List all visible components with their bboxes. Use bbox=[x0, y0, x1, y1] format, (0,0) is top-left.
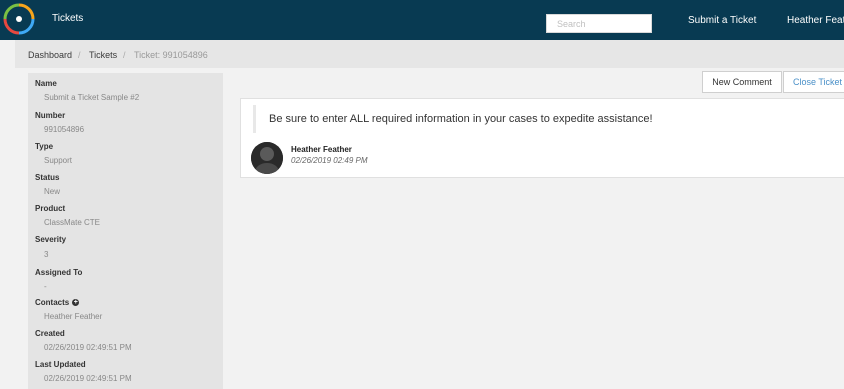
new-comment-button[interactable]: New Comment bbox=[702, 71, 782, 93]
comment-timestamp: 02/26/2019 02:49 PM bbox=[291, 156, 368, 165]
created-value: 02/26/2019 02:49:51 PM bbox=[44, 343, 132, 352]
comment-author: Heather Feather bbox=[291, 145, 352, 154]
product-value: ClassMate CTE bbox=[44, 218, 101, 227]
add-contact-icon[interactable]: + bbox=[72, 299, 80, 307]
number-label: Number bbox=[35, 111, 66, 120]
type-label: Type bbox=[35, 142, 54, 151]
product-label: Product bbox=[35, 204, 66, 213]
user-menu[interactable]: Heather Feath bbox=[787, 15, 844, 26]
submit-ticket-link[interactable]: Submit a Ticket bbox=[688, 15, 756, 26]
name-value: Submit a Ticket Sample #2 bbox=[44, 93, 140, 102]
last-updated-label: Last Updated bbox=[35, 360, 86, 369]
app-logo-icon[interactable] bbox=[2, 2, 36, 36]
top-nav-bar: Tickets Submit a Ticket Heather Feath bbox=[0, 0, 844, 40]
status-label: Status bbox=[35, 173, 60, 182]
breadcrumb-current: Ticket: 991054896 bbox=[134, 50, 208, 60]
severity-label: Severity bbox=[35, 235, 67, 244]
type-value: Support bbox=[44, 156, 73, 165]
avatar bbox=[251, 142, 283, 174]
search-input[interactable] bbox=[546, 14, 652, 33]
breadcrumb-tickets[interactable]: Tickets bbox=[89, 50, 117, 60]
last-updated-value: 02/26/2019 02:49:51 PM bbox=[44, 374, 132, 383]
assigned-to-label: Assigned To bbox=[35, 268, 83, 277]
breadcrumb-separator: / bbox=[78, 50, 81, 60]
breadcrumb-dashboard[interactable]: Dashboard bbox=[28, 50, 72, 60]
contacts-label: Contacts + bbox=[35, 298, 80, 307]
app-title[interactable]: Tickets bbox=[52, 13, 83, 24]
breadcrumb: Dashboard / Tickets / Ticket: 991054896 bbox=[15, 40, 844, 68]
comment-text: Be sure to enter ALL required informatio… bbox=[269, 113, 653, 125]
contacts-value: Heather Feather bbox=[44, 312, 103, 321]
severity-value: 3 bbox=[44, 250, 49, 259]
close-ticket-button[interactable]: Close Ticket bbox=[783, 71, 844, 93]
contacts-label-text: Contacts bbox=[35, 298, 70, 307]
assigned-to-value: - bbox=[44, 282, 47, 291]
number-value: 991054896 bbox=[44, 125, 85, 134]
comment-card: Be sure to enter ALL required informatio… bbox=[240, 98, 844, 178]
user-avatar-icon bbox=[251, 142, 283, 174]
status-value: New bbox=[44, 187, 61, 196]
quote-bar bbox=[253, 105, 256, 133]
created-label: Created bbox=[35, 329, 65, 338]
breadcrumb-separator: / bbox=[123, 50, 126, 60]
name-label: Name bbox=[35, 79, 57, 88]
ticket-details-panel: Name Submit a Ticket Sample #2 Number 99… bbox=[28, 73, 223, 389]
